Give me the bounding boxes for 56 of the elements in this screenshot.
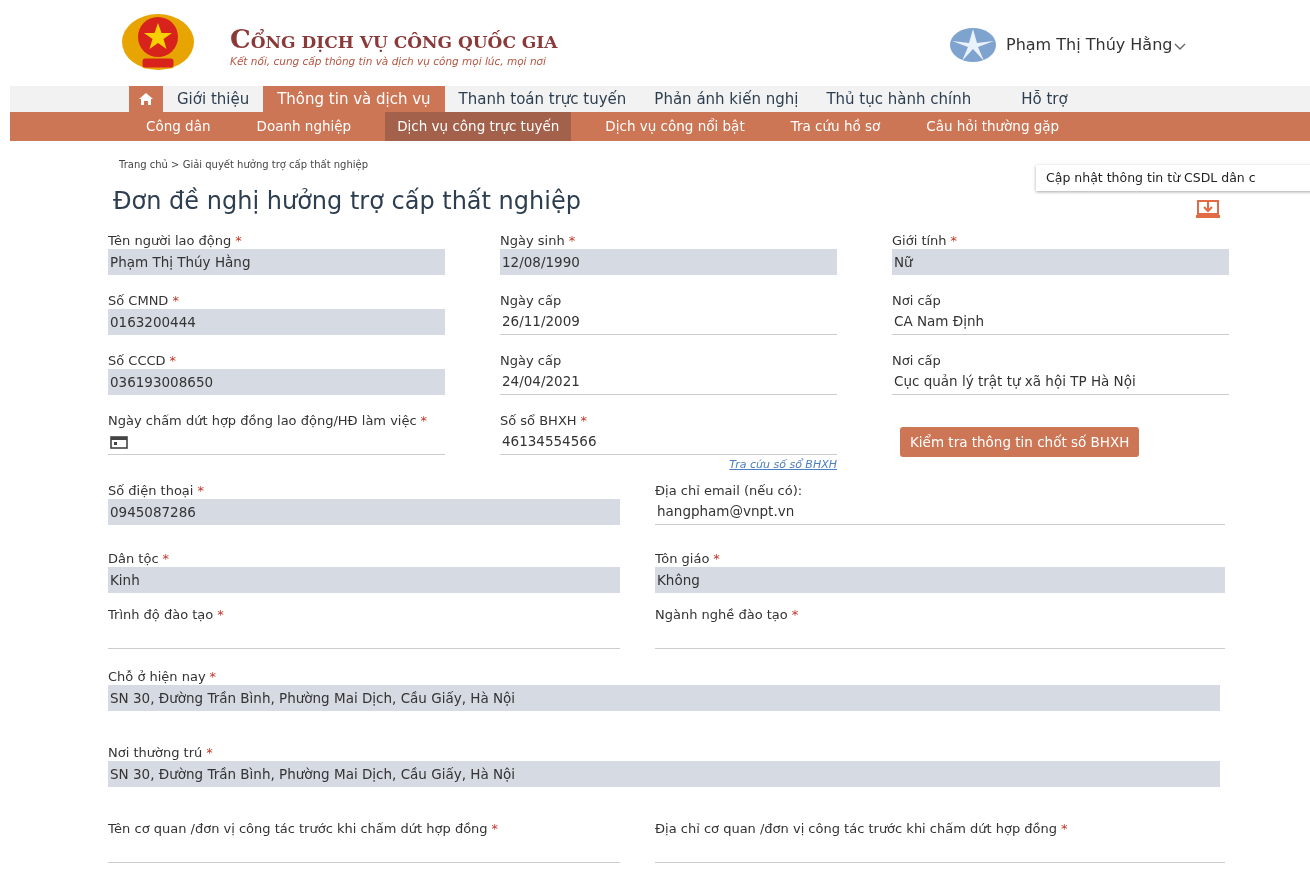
home-icon bbox=[138, 92, 154, 106]
field-label: Giới tính * bbox=[892, 232, 959, 249]
nav-tab[interactable]: Giới thiệu bbox=[163, 86, 264, 112]
home-button[interactable] bbox=[129, 86, 163, 112]
field-label: Ngày cấp bbox=[500, 292, 563, 309]
nav-tab[interactable]: Phản ánh kiến nghị bbox=[640, 86, 813, 112]
input-field[interactable]: Không bbox=[655, 567, 1225, 593]
input-field[interactable]: 46134554566 bbox=[500, 429, 837, 455]
input-field[interactable]: 036193008650 bbox=[108, 369, 445, 395]
nav-tab[interactable]: Thủ tục hành chính bbox=[812, 86, 986, 112]
input-field[interactable]: Kinh bbox=[108, 567, 620, 593]
field-label: Ngành nghề đào tạo * bbox=[655, 606, 800, 623]
breadcrumb: Trang chủ > Giải quyết hưởng trợ cấp thất nghiệp bbox=[119, 158, 369, 172]
field-label: Nơi cấp bbox=[892, 292, 942, 309]
field-label: Ngày cấp bbox=[500, 352, 563, 369]
input-field[interactable]: SN 30, Đường Trần Bình, Phường Mai Dịch, Cầu Giấy, Hà Nội bbox=[108, 761, 1220, 787]
download-monitor-icon[interactable] bbox=[1196, 198, 1222, 219]
input-field[interactable]: 12/08/1990 bbox=[500, 249, 837, 275]
input-field[interactable]: hangpham@vnpt.vn bbox=[655, 499, 1225, 525]
input-field[interactable]: 0945087286 bbox=[108, 499, 620, 525]
form-title: Đơn đề nghị hưởng trợ cấp thất nghiệp bbox=[113, 187, 581, 216]
field-label: Số CCCD * bbox=[108, 352, 178, 369]
user-menu[interactable]: Phạm Thị Thúy Hằng bbox=[1006, 33, 1173, 57]
field-label: Trình độ đào tạo * bbox=[108, 606, 225, 623]
tooltip: Cập nhật thông tin từ CSDL dân c bbox=[1036, 165, 1310, 191]
input-field[interactable]: 0163200444 bbox=[108, 309, 445, 335]
field-label: Chỗ ở hiện nay * bbox=[108, 668, 218, 685]
chevron-down-icon[interactable] bbox=[1174, 43, 1187, 51]
field-label: Nơi thường trú * bbox=[108, 744, 214, 761]
field-label: Số điện thoại * bbox=[108, 482, 205, 499]
field-label: Tên cơ quan /đơn vị công tác trước khi chấm dứt hợp đồng * bbox=[108, 820, 500, 837]
nav-tab[interactable]: Thanh toán trực tuyến bbox=[444, 86, 641, 112]
input-field[interactable]: CA Nam Định bbox=[892, 309, 1229, 335]
nav-tab[interactable]: Hỗ trợ bbox=[1007, 86, 1082, 112]
field-label: Tôn giáo * bbox=[655, 550, 721, 567]
input-field[interactable]: 26/11/2009 bbox=[500, 309, 837, 335]
field-label: Dân tộc * bbox=[108, 550, 171, 567]
field-label: Tên người lao động * bbox=[108, 232, 243, 249]
input-field[interactable]: SN 30, Đường Trần Bình, Phường Mai Dịch, Cầu Giấy, Hà Nội bbox=[108, 685, 1220, 711]
avatar-icon[interactable] bbox=[950, 27, 996, 63]
field-label: Địa chỉ cơ quan /đơn vị công tác trước khi chấm dứt hợp đồng * bbox=[655, 820, 1069, 837]
lookup-link[interactable]: Tra cứu số sổ BHXH bbox=[500, 457, 837, 474]
site-subtitle: Kết nối, cung cấp thông tin và dịch vụ công mọi lúc, mọi nơi bbox=[230, 54, 546, 69]
calendar-icon[interactable] bbox=[110, 434, 128, 449]
field-label: Nơi cấp bbox=[892, 352, 942, 369]
field-label: Số sổ BHXH * bbox=[500, 412, 589, 429]
field-label: Ngày sinh * bbox=[500, 232, 577, 249]
field-label: Ngày chấm dứt hợp đồng lao động/HĐ làm việc * bbox=[108, 412, 429, 429]
field-label: Số CMND * bbox=[108, 292, 180, 309]
input-field[interactable]: Phạm Thị Thúy Hằng bbox=[108, 249, 445, 275]
input-field[interactable]: Cục quản lý trật tự xã hội TP Hà Nội bbox=[892, 369, 1229, 395]
input-field[interactable]: 24/04/2021 bbox=[500, 369, 837, 395]
field-label: Địa chỉ email (nếu có): bbox=[655, 482, 804, 499]
site-title: CỔNG DỊCH VỤ CÔNG QUỐC GIA bbox=[230, 23, 558, 56]
input-field[interactable]: Nữ bbox=[892, 249, 1229, 275]
subnav-tab[interactable]: Dịch vụ công trực tuyến bbox=[385, 112, 572, 141]
